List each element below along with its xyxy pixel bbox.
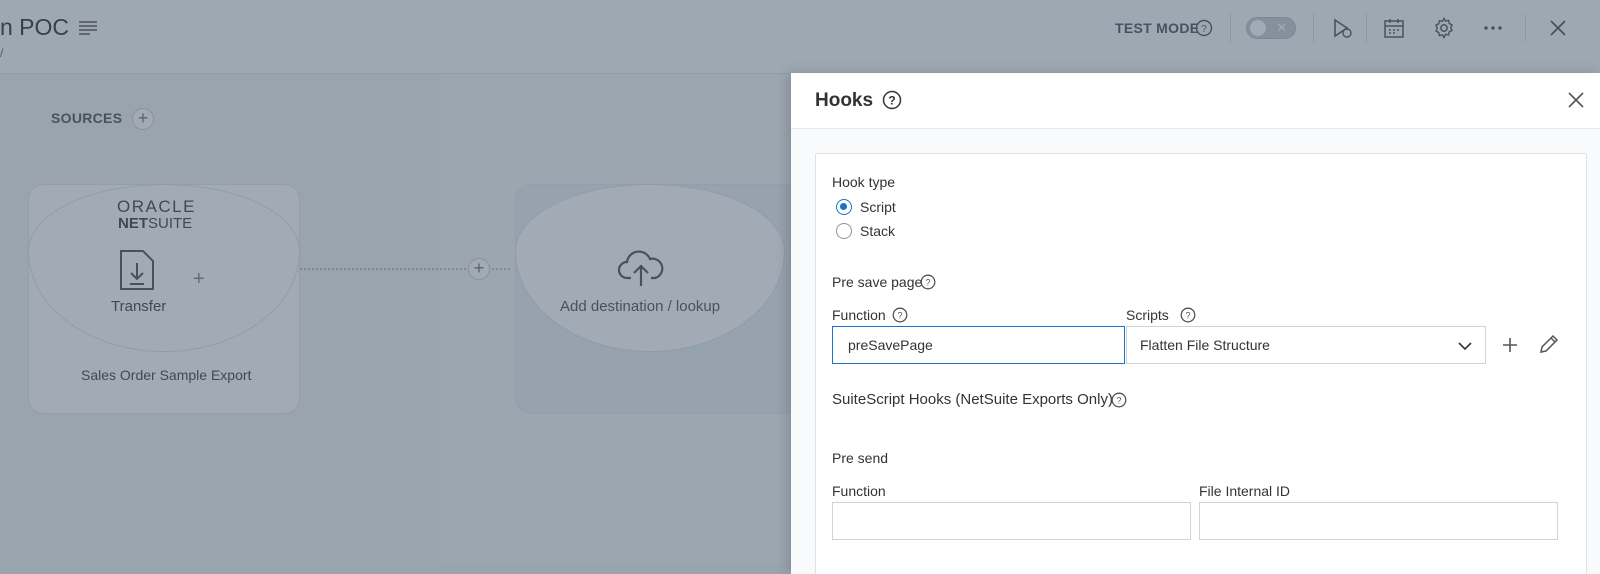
suitescript-hooks-label: SuiteScript Hooks (NetSuite Exports Only… <box>832 391 1113 408</box>
pre-save-page-label: Pre save page <box>832 274 923 290</box>
scripts-select[interactable]: Flatten File Structure <box>1126 326 1486 364</box>
add-script-icon[interactable] <box>1499 334 1521 356</box>
pre-send-function-input[interactable] <box>832 502 1191 540</box>
help-icon[interactable]: ? <box>1111 392 1127 408</box>
file-internal-id-label: File Internal ID <box>1199 483 1291 499</box>
hook-type-script-radio[interactable] <box>836 199 852 215</box>
svg-text:?: ? <box>1116 396 1121 406</box>
scripts-selected-value: Flatten File Structure <box>1140 337 1270 353</box>
pre-save-function-input[interactable] <box>832 326 1125 364</box>
drawer-body: Hook type Script Stack Pre save page ? F… <box>791 129 1600 574</box>
hook-type-stack-label[interactable]: Stack <box>860 223 895 239</box>
hook-type-stack-radio[interactable] <box>836 223 852 239</box>
close-icon[interactable] <box>1566 90 1586 110</box>
file-internal-id-input[interactable] <box>1199 502 1558 540</box>
chevron-down-icon <box>1458 342 1472 351</box>
help-icon[interactable]: ? <box>882 90 902 110</box>
help-icon[interactable]: ? <box>1180 307 1196 323</box>
pre-send-label: Pre send <box>832 450 889 466</box>
svg-text:?: ? <box>925 278 930 288</box>
svg-text:?: ? <box>897 311 902 321</box>
hook-type-script-label[interactable]: Script <box>860 199 896 215</box>
help-icon[interactable]: ? <box>920 274 936 290</box>
hooks-drawer: Hooks ? Hook type Script Stack Pre save … <box>791 73 1600 574</box>
drawer-title: Hooks <box>815 90 874 111</box>
help-icon[interactable]: ? <box>892 307 908 323</box>
hook-type-label: Hook type <box>832 174 896 190</box>
drawer-header: Hooks ? <box>791 73 1600 129</box>
function-label: Function <box>832 307 886 323</box>
hooks-form: Hook type Script Stack Pre save page ? F… <box>815 153 1587 574</box>
pre-send-function-label: Function <box>832 483 886 499</box>
scripts-label: Scripts <box>1126 307 1169 323</box>
svg-text:?: ? <box>888 94 895 108</box>
edit-script-icon[interactable] <box>1538 333 1560 355</box>
svg-text:?: ? <box>1185 311 1190 321</box>
